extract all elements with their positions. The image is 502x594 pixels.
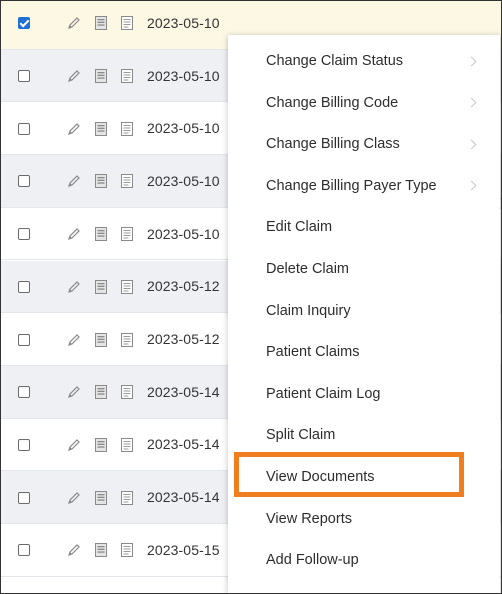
notes-icon[interactable]: [119, 542, 135, 558]
notes-icon[interactable]: [119, 490, 135, 506]
claim-date: 2023-05-14: [147, 436, 220, 453]
pencil-icon[interactable]: [66, 68, 82, 84]
document-icon[interactable]: [93, 332, 109, 348]
menu-item-label: Edit Claim: [266, 219, 333, 236]
chevron-right-icon: [466, 56, 477, 66]
chevron-right-icon: [466, 180, 477, 191]
menu-item-label: View Documents: [266, 469, 375, 485]
menu-item-add-follow-up[interactable]: Add Follow-up: [228, 540, 500, 580]
row-select-checkbox[interactable]: [18, 17, 30, 30]
row-select-checkbox[interactable]: [18, 544, 30, 557]
document-icon[interactable]: [93, 384, 109, 400]
notes-icon[interactable]: [119, 279, 135, 295]
chevron-right-icon: [466, 97, 477, 108]
menu-item-label: Patient Claim Log: [266, 385, 381, 402]
document-icon[interactable]: [93, 121, 109, 137]
notes-icon[interactable]: [119, 332, 135, 348]
menu-item-split-claim[interactable]: Split Claim: [228, 415, 500, 455]
notes-icon[interactable]: [119, 121, 135, 137]
claim-date: 2023-05-14: [147, 383, 220, 400]
notes-icon[interactable]: [119, 173, 135, 189]
menu-item-label: Change Billing Code: [266, 94, 399, 111]
menu-item-patient-claims[interactable]: Patient Claims: [228, 332, 500, 372]
menu-item-label: Change Claim Status: [266, 53, 404, 69]
row-select-checkbox[interactable]: [18, 228, 30, 241]
claim-date: 2023-05-12: [147, 278, 220, 295]
row-select-checkbox[interactable]: [18, 333, 30, 346]
menu-item-change-billing-payer-type[interactable]: Change Billing Payer Type: [228, 166, 500, 206]
document-icon[interactable]: [93, 490, 109, 506]
claim-date: 2023-05-10: [147, 225, 220, 242]
menu-item-change-billing-code[interactable]: Change Billing Code: [228, 83, 500, 123]
claim-date: 2023-05-10: [147, 120, 220, 137]
row-select-checkbox[interactable]: [18, 122, 30, 135]
document-icon[interactable]: [93, 173, 109, 189]
document-icon[interactable]: [93, 15, 109, 31]
menu-item-delete-claim[interactable]: Delete Claim: [228, 249, 500, 289]
chevron-right-icon: [466, 139, 477, 150]
notes-icon[interactable]: [119, 15, 135, 31]
notes-icon[interactable]: [119, 226, 135, 242]
row-select-checkbox[interactable]: [18, 280, 30, 293]
document-icon[interactable]: [93, 226, 109, 242]
row-select-checkbox[interactable]: [18, 175, 30, 188]
menu-item-view-documents[interactable]: View Documents: [228, 457, 500, 497]
pencil-icon[interactable]: [66, 542, 82, 558]
menu-item-label: Split Claim: [266, 427, 336, 444]
claims-grid: 2023-05-10 2023-05-10 2023-05-10 2023-05-10…: [0, 0, 502, 594]
document-icon[interactable]: [93, 68, 109, 84]
menu-item-patient-claim-log[interactable]: Patient Claim Log: [228, 374, 500, 414]
menu-item-change-billing-class[interactable]: Change Billing Class: [228, 124, 500, 164]
menu-item-label: Change Billing Payer Type: [266, 177, 437, 194]
menu-item-label: Patient Claims: [266, 344, 360, 361]
pencil-icon[interactable]: [66, 226, 82, 242]
row-select-checkbox[interactable]: [18, 70, 30, 83]
row-select-checkbox[interactable]: [18, 386, 30, 399]
menu-item-change-claim-status[interactable]: Change Claim Status: [228, 41, 500, 81]
document-icon[interactable]: [93, 437, 109, 453]
claim-date: 2023-05-10: [147, 14, 220, 31]
pencil-icon[interactable]: [66, 332, 82, 348]
menu-item-edit-claim[interactable]: Edit Claim: [228, 207, 500, 247]
row-select-checkbox[interactable]: [18, 438, 30, 451]
pencil-icon[interactable]: [66, 437, 82, 453]
claim-date: 2023-05-10: [147, 67, 220, 84]
pencil-icon[interactable]: [66, 15, 82, 31]
pencil-icon[interactable]: [66, 121, 82, 137]
claim-date: 2023-05-14: [147, 489, 220, 506]
claim-date: 2023-05-10: [147, 172, 220, 189]
notes-icon[interactable]: [119, 68, 135, 84]
document-icon[interactable]: [93, 542, 109, 558]
claim-date: 2023-05-15: [147, 541, 220, 558]
notes-icon[interactable]: [119, 384, 135, 400]
claim-date: 2023-05-12: [147, 331, 220, 348]
menu-item-label: View Reports: [266, 510, 352, 527]
menu-item-label: Claim Inquiry: [266, 302, 351, 319]
menu-item-claim-inquiry[interactable]: Claim Inquiry: [228, 291, 500, 331]
pencil-icon[interactable]: [66, 279, 82, 295]
row-select-checkbox[interactable]: [18, 491, 30, 504]
menu-item-label: Change Billing Class: [266, 136, 400, 153]
document-icon[interactable]: [93, 279, 109, 295]
pencil-icon[interactable]: [66, 173, 82, 189]
notes-icon[interactable]: [119, 437, 135, 453]
menu-item-label: Delete Claim: [266, 261, 349, 277]
menu-item-view-reports[interactable]: View Reports: [228, 499, 500, 539]
pencil-icon[interactable]: [66, 490, 82, 506]
pencil-icon[interactable]: [66, 384, 82, 400]
context-menu: Change Claim Status Change Billing Code Ch…: [228, 35, 500, 593]
menu-item-label: Add Follow-up: [266, 552, 359, 569]
